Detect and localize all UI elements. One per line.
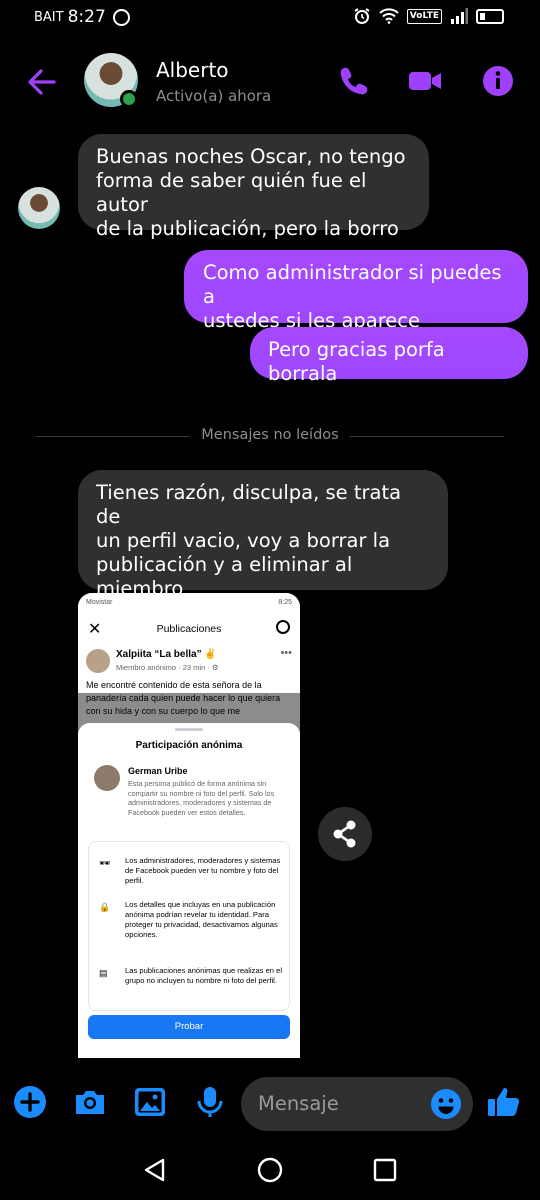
recents-icon[interactable] (371, 1156, 399, 1184)
message-input[interactable]: Mensaje (241, 1077, 473, 1131)
contact-avatar-small[interactable] (18, 187, 60, 229)
clock: 8:27 (67, 7, 106, 27)
anonymous-participation-sheet: Participación anónima German Uribe Esta … (78, 723, 300, 1058)
info-row-text: Las publicaciones anónimas que realizas … (125, 966, 283, 985)
emoji-icon[interactable] (430, 1088, 462, 1120)
volte-badge: VoLTE (406, 8, 442, 24)
person-name: German Uribe (128, 766, 188, 776)
status-bar: BAIT 8:27 VoLTE (0, 0, 540, 34)
battery-icon (476, 8, 504, 24)
camera-icon[interactable] (72, 1084, 108, 1120)
like-icon[interactable] (486, 1084, 522, 1120)
video-camera-icon[interactable] (408, 64, 442, 98)
unread-divider: Mensajes no leídos (36, 427, 504, 447)
system-navigation-bar (0, 1140, 540, 1200)
wifi-icon (379, 8, 399, 24)
back-icon[interactable] (141, 1156, 169, 1184)
info-row-text: Los detalles que incluyas en una publica… (125, 900, 278, 939)
lock-icon: 🔒 (99, 902, 111, 912)
chat-header: Alberto Activo(a) ahora (0, 50, 540, 114)
online-indicator (120, 90, 138, 108)
incognito-icon: 🕶 (99, 858, 111, 868)
alarm-icon (354, 8, 370, 24)
presence-status: Activo(a) ahora (156, 87, 272, 105)
phone-icon[interactable] (337, 64, 371, 98)
message-bubble-incoming[interactable]: Buenas noches Oscar, no tengo forma de s… (78, 134, 429, 240)
post-author: Xalpiita “La bella” ✌ (116, 649, 217, 660)
plus-icon[interactable] (12, 1084, 48, 1120)
share-button[interactable] (318, 807, 372, 861)
post-meta: Miembro anónimo · 23 min · ⚙ (116, 663, 219, 672)
info-row-text: Los administradores, moderadores y siste… (125, 856, 281, 885)
contact-name[interactable]: Alberto (156, 58, 229, 82)
try-button: Probar (88, 1015, 290, 1039)
carrier-label: BAIT (34, 9, 64, 25)
unread-divider-label: Mensajes no leídos (201, 427, 339, 443)
signal-icon (451, 8, 468, 24)
shared-image-status-bar: Movistar 8:25 (78, 593, 300, 615)
shared-image-carrier: Movistar (86, 599, 113, 606)
shared-image-attachment[interactable]: Movistar 8:25 ✕ Publicaciones Xalpiita “… (78, 593, 300, 1058)
more-icon: ••• (280, 647, 292, 659)
person-avatar (94, 765, 120, 791)
home-icon[interactable] (256, 1156, 284, 1184)
share-icon (333, 820, 356, 848)
search-icon (276, 620, 290, 634)
info-card: 🕶 Los administradores, moderadores y sis… (88, 841, 290, 1011)
info-icon[interactable] (481, 64, 515, 98)
back-arrow-icon[interactable] (24, 64, 60, 100)
sheet-title: Participación anónima (135, 740, 243, 751)
sheet-handle (175, 728, 203, 731)
person-description: Esta persona publicó de forma anónima si… (128, 779, 275, 817)
message-input-placeholder: Mensaje (258, 1092, 339, 1115)
message-composer: Mensaje (0, 1076, 540, 1132)
message-bubble-outgoing[interactable]: Como administrador si puedes a ustedes s… (184, 250, 528, 332)
microphone-icon[interactable] (192, 1084, 228, 1120)
message-bubble-outgoing[interactable]: Pero gracias porfa borrala (250, 327, 528, 385)
gallery-icon[interactable] (132, 1084, 168, 1120)
whatsapp-icon (112, 8, 130, 26)
message-bubble-incoming[interactable]: Tienes razón, disculpa, se trata de un p… (78, 470, 448, 624)
shared-image-time: 8:25 (278, 599, 292, 606)
shared-image-title: Publicaciones (156, 623, 222, 635)
post-icon: ▤ (99, 968, 108, 978)
post-avatar (86, 649, 110, 673)
shared-image-topbar: ✕ Publicaciones (78, 615, 300, 645)
